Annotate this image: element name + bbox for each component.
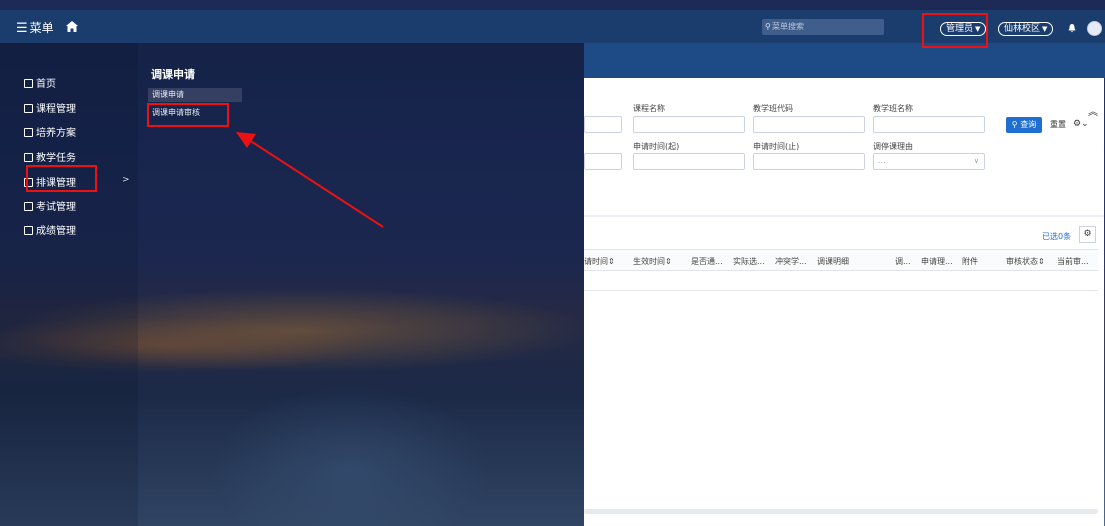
reason-select[interactable]: ... ∨ (873, 153, 985, 170)
caret-down-icon: ▼ (975, 25, 981, 33)
class-code-input[interactable] (753, 116, 865, 133)
class-name-label: 教学班名称 (873, 104, 913, 113)
apply-time-end-input[interactable] (753, 153, 865, 170)
hamburger-icon: ☰ (16, 21, 28, 36)
menu-label: 菜单 (29, 21, 54, 35)
page-icon (24, 104, 33, 113)
caret-down-icon: ▼ (1042, 25, 1048, 33)
sidebar-item-label: 课程管理 (36, 104, 76, 115)
sidebar-item-course-management[interactable]: 课程管理 (24, 100, 76, 115)
course-name-input[interactable] (633, 116, 745, 133)
selected-count-link[interactable]: 已选0条 (1042, 231, 1071, 242)
apply-time-end-label: 申请时间(止) (753, 142, 800, 151)
col-review-status[interactable]: 审核状态⇕ (1006, 256, 1045, 267)
submenu-item-adjust-review[interactable]: 调课申请审核 (148, 106, 242, 120)
campus-label: 仙林校区 (1004, 24, 1041, 34)
top-navigation-bar: ☰ 菜单 ⚲ 菜单搜索 管理员 ▼ 仙林校区 ▼ (0, 10, 1105, 43)
collapse-up-icon[interactable]: ︽ (1088, 103, 1098, 118)
page-icon (24, 128, 33, 137)
menu-search-input[interactable]: ⚲ 菜单搜索 (762, 19, 884, 35)
settings-gear-icon[interactable]: ⚙⌄ (1073, 119, 1089, 129)
col-adjust[interactable]: 调... (895, 256, 911, 267)
prev-filter-input[interactable] (584, 116, 622, 133)
menu-toggle-button[interactable]: ☰ 菜单 (16, 19, 54, 36)
col-apply-reason[interactable]: 申请理... (921, 256, 953, 267)
query-label: 查询 (1020, 120, 1037, 129)
col-adjust-detail[interactable]: 调课明细 (817, 256, 849, 267)
reset-button[interactable]: 重置 (1046, 117, 1070, 133)
col-apply-time[interactable]: 请时间⇕ (584, 256, 615, 267)
class-name-input[interactable] (873, 116, 985, 133)
page-icon (24, 226, 33, 235)
bell-icon[interactable] (1068, 24, 1076, 33)
search-icon: ⚲ (1011, 120, 1018, 129)
sidebar-item-home[interactable]: 首页 (24, 75, 56, 90)
user-avatar[interactable] (1087, 21, 1102, 36)
table-row (584, 271, 1098, 291)
sidebar-item-label: 排课管理 (36, 178, 76, 189)
sidebar-item-teaching-tasks[interactable]: 教学任务 (24, 149, 76, 164)
role-label: 管理员 (946, 24, 974, 34)
side-menu-panel (0, 43, 138, 526)
sidebar-item-exam-management[interactable]: 考试管理 (24, 198, 76, 213)
campus-dropdown[interactable]: 仙林校区 ▼ (998, 22, 1054, 36)
search-placeholder: 菜单搜索 (772, 22, 804, 31)
sidebar-item-training-plan[interactable]: 培养方案 (24, 124, 76, 139)
reason-label: 调停课理由 (873, 142, 913, 151)
col-conflict-students[interactable]: 冲突学... (775, 256, 807, 267)
submenu-item-adjust-apply[interactable]: 调课申请 (148, 88, 242, 102)
col-current-reviewer[interactable]: 当前审... (1057, 256, 1089, 267)
sidebar-item-label: 考试管理 (36, 202, 76, 213)
table-settings-gear-icon[interactable]: ⚙ (1079, 226, 1096, 243)
chevron-right-icon: > (122, 175, 130, 185)
page-icon (24, 79, 33, 88)
course-name-label: 课程名称 (633, 104, 665, 113)
col-actual-selection[interactable]: 实际选... (733, 256, 765, 267)
sidebar-item-label: 教学任务 (36, 153, 76, 164)
content-header-band (584, 43, 1105, 78)
col-attachment[interactable]: 附件 (962, 256, 978, 267)
apply-time-start-input[interactable] (633, 153, 745, 170)
sidebar-item-label: 培养方案 (36, 128, 76, 139)
page-icon (24, 153, 33, 162)
sidebar-item-grade-management[interactable]: 成绩管理 (24, 222, 76, 237)
page-icon (24, 178, 33, 187)
section-divider (584, 215, 1104, 217)
sidebar-item-label: 首页 (36, 79, 56, 90)
col-passed[interactable]: 是否通... (691, 256, 723, 267)
submenu-title: 调课申请 (151, 68, 195, 81)
page-icon (24, 202, 33, 211)
sidebar-item-scheduling[interactable]: 排课管理 (24, 174, 76, 189)
class-code-label: 教学班代码 (753, 104, 793, 113)
apply-time-start-label: 申请时间(起) (633, 142, 680, 151)
chevron-down-icon: ∨ (973, 157, 979, 165)
role-dropdown[interactable]: 管理员 ▼ (940, 22, 987, 36)
col-effective-time[interactable]: 生效时间⇕ (633, 256, 672, 267)
search-icon: ⚲ (765, 22, 771, 31)
horizontal-scrollbar[interactable] (584, 509, 1098, 514)
prev-filter-input-2[interactable] (584, 153, 622, 170)
home-icon[interactable] (66, 21, 78, 32)
sidebar-item-label: 成绩管理 (36, 226, 76, 237)
query-button[interactable]: ⚲ 查询 (1006, 117, 1042, 133)
reason-select-value: ... (878, 156, 886, 165)
